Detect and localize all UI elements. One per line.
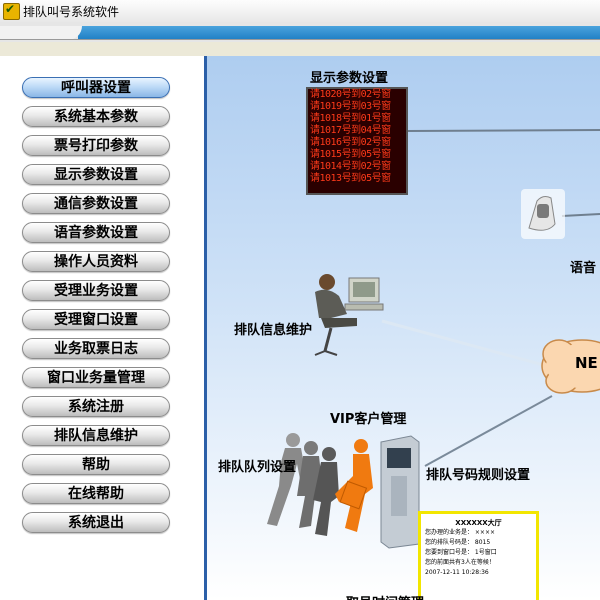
display-settings-label[interactable]: 显示参数设置 — [310, 67, 388, 86]
nav-button-comm-params[interactable]: 通信参数设置 — [22, 193, 170, 214]
nav-button-system-register[interactable]: 系统注册 — [22, 396, 170, 417]
led-row: 请1019号到03号窗 — [310, 101, 391, 112]
ticket-line: 您的排队号码是： 8015 — [425, 539, 491, 546]
nav-button-operator-data[interactable]: 操作人员资料 — [22, 251, 170, 272]
voice-settings-label[interactable]: 语音 — [570, 257, 596, 276]
nav-button-ticket-print-params[interactable]: 票号打印参数 — [22, 135, 170, 156]
time-management-label[interactable]: 取号时间管理 — [346, 592, 424, 600]
banner-swoosh — [0, 26, 82, 40]
operator-icon — [314, 274, 384, 356]
queue-list-label[interactable]: 排队队列设置 — [218, 456, 296, 475]
queue-info-label[interactable]: 排队信息维护 — [234, 319, 312, 338]
led-row: 请1017号到04号窗 — [310, 125, 391, 136]
nav-button-system-exit[interactable]: 系统退出 — [22, 512, 170, 533]
nav-button-pager-settings[interactable]: 呼叫器设置 — [22, 77, 170, 98]
app-icon — [3, 2, 20, 20]
navigation-panel: 呼叫器设置系统基本参数 票号打印参数 显示参数设置 通信参数设置 语音参数设置 操作人员资… — [0, 56, 204, 600]
ticket-line: 您的前面共有3人在等候！ — [425, 559, 495, 566]
ticket-line: 2007-12-11 10:28:36 — [425, 569, 489, 576]
queue-people-icon — [267, 433, 373, 536]
led-display-board: 请1020号到02号窗 请1019号到03号窗 请1018号到01号窗 请1017号到… — [306, 87, 408, 195]
number-rule-label[interactable]: 排队号码规则设置 — [426, 464, 530, 483]
system-diagram: 显示参数设置 请1020号到02号窗 请1019号到03号窗 请1018号到01号窗… — [207, 56, 600, 600]
ticket-line: 您办理的业务是： ×××× — [425, 529, 496, 536]
ticket-kiosk-icon — [380, 435, 420, 549]
banner-stripe — [78, 26, 600, 40]
nav-button-display-params[interactable]: 显示参数设置 — [22, 164, 170, 185]
nav-button-queue-info-maintain[interactable]: 排队信息维护 — [22, 425, 170, 446]
ticket-title: XXXXXX大厅 — [455, 519, 502, 527]
network-label: NE — [575, 354, 598, 372]
ticket-line: 您要到窗口号是： 1号窗口 — [425, 549, 497, 556]
led-row: 请1020号到02号窗 — [310, 89, 391, 100]
led-row: 请1014号到02号窗 — [310, 161, 391, 172]
nav-button-window-settings[interactable]: 受理窗口设置 — [22, 309, 170, 330]
nav-button-online-help[interactable]: 在线帮助 — [22, 483, 170, 504]
led-row: 请1018号到01号窗 — [310, 113, 391, 124]
nav-button-system-params[interactable]: 系统基本参数 — [22, 106, 170, 127]
nav-button-window-volume-mgmt[interactable]: 窗口业务量管理 — [22, 367, 170, 388]
nav-button-help[interactable]: 帮助 — [22, 454, 170, 475]
voice-device-icon — [521, 189, 565, 239]
nav-button-voice-params[interactable]: 语音参数设置 — [22, 222, 170, 243]
led-row: 请1015号到05号窗 — [310, 149, 391, 160]
window-title: 排队叫号系统软件 — [23, 5, 120, 19]
banner — [0, 22, 600, 42]
nav-button-ticket-log[interactable]: 业务取票日志 — [22, 338, 170, 359]
sample-ticket: XXXXXX大厅 您办理的业务是： ×××× 您的排队号码是： 8015 您要到… — [418, 511, 539, 600]
title-bar: 排队叫号系统软件 — [0, 0, 600, 23]
led-row: 请1016号到02号窗 — [310, 137, 391, 148]
nav-button-business-settings[interactable]: 受理业务设置 — [22, 280, 170, 301]
vip-management-label[interactable]: VIP客户管理 — [330, 408, 406, 427]
led-row: 请1013号到05号窗 — [310, 173, 391, 184]
